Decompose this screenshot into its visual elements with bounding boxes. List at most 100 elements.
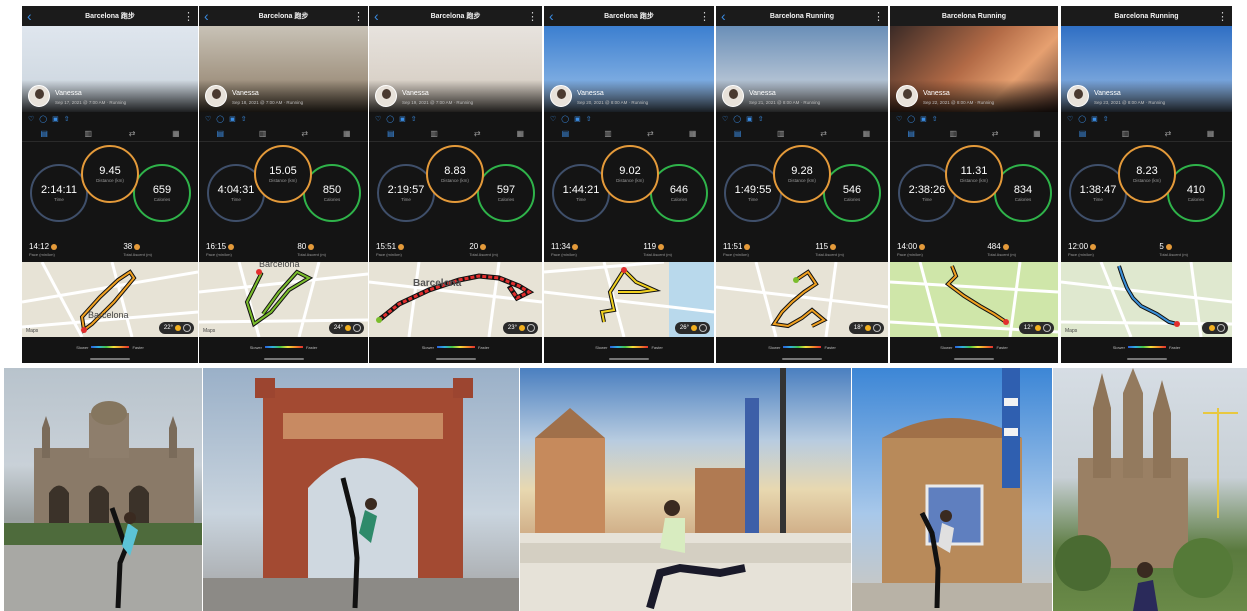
share-icon[interactable]: ⇧ [241, 115, 247, 123]
weather-badge[interactable]: 12° [1018, 322, 1054, 334]
tab-graphs-icon[interactable]: ▦ [863, 129, 871, 138]
route-map[interactable]: Maps [1061, 262, 1232, 337]
tab-graphs-icon[interactable]: ▦ [1207, 129, 1215, 138]
tab-overview-icon[interactable]: ▤ [562, 129, 570, 138]
back-chevron-icon[interactable]: ‹ [549, 6, 559, 26]
tab-laps-icon[interactable]: ⇄ [129, 129, 136, 138]
comment-icon[interactable]: ◯ [39, 115, 47, 123]
back-chevron-icon[interactable]: ‹ [374, 6, 384, 26]
route-map[interactable]: 26° [544, 262, 714, 337]
tab-laps-icon[interactable]: ⇄ [1165, 129, 1172, 138]
route-map[interactable]: Barcelona Maps 22° [22, 262, 198, 337]
activity-photo: Vanessa Sep 18, 2021 @ 7:00 AM · Running [199, 26, 368, 112]
more-vertical-icon[interactable]: ⋮ [183, 10, 194, 23]
distance-value: 9.02 [619, 164, 641, 177]
time-value: 2:38:26 [908, 183, 946, 196]
comment-icon[interactable]: ◯ [1078, 115, 1086, 123]
calories-label: Calories [1014, 196, 1032, 202]
tab-bar: ▤ ▥ ⇄ ▦ [544, 126, 714, 142]
more-vertical-icon[interactable]: ⋮ [353, 10, 364, 23]
tab-stats-icon[interactable]: ▥ [777, 129, 785, 138]
tab-graphs-icon[interactable]: ▦ [343, 129, 351, 138]
back-chevron-icon[interactable]: ‹ [204, 6, 214, 26]
tab-laps-icon[interactable]: ⇄ [820, 129, 827, 138]
tab-graphs-icon[interactable]: ▦ [689, 129, 697, 138]
comment-icon[interactable]: ◯ [216, 115, 224, 123]
weather-badge[interactable] [1202, 322, 1228, 334]
tab-stats-icon[interactable]: ▥ [604, 129, 612, 138]
distance-label: Distance (km) [96, 177, 124, 183]
heart-icon[interactable]: ♡ [896, 115, 902, 123]
avatar[interactable] [205, 85, 227, 107]
comment-icon[interactable]: ◯ [561, 115, 569, 123]
tab-stats-icon[interactable]: ▥ [430, 129, 438, 138]
heart-icon[interactable]: ♡ [550, 115, 556, 123]
tab-overview-icon[interactable]: ▤ [907, 129, 915, 138]
camera-icon[interactable]: ▣ [229, 115, 236, 123]
heart-icon[interactable]: ♡ [375, 115, 381, 123]
heart-icon[interactable]: ♡ [1067, 115, 1073, 123]
tab-laps-icon[interactable]: ⇄ [301, 129, 308, 138]
tab-stats-icon[interactable]: ▥ [259, 129, 267, 138]
weather-badge[interactable]: 24° [328, 322, 364, 334]
back-chevron-icon[interactable]: ‹ [721, 6, 731, 26]
tab-laps-icon[interactable]: ⇄ [474, 129, 481, 138]
share-icon[interactable]: ⇧ [411, 115, 417, 123]
avatar[interactable] [375, 85, 397, 107]
heart-icon[interactable]: ♡ [28, 115, 34, 123]
tab-graphs-icon[interactable]: ▦ [1033, 129, 1041, 138]
route-map[interactable]: 12° [890, 262, 1058, 337]
tab-graphs-icon[interactable]: ▦ [516, 129, 524, 138]
tab-laps-icon[interactable]: ⇄ [992, 129, 999, 138]
social-icons: ♡ ◯ ▣ ⇧ [22, 112, 198, 126]
route-map[interactable]: 18° [716, 262, 888, 337]
comment-icon[interactable]: ◯ [386, 115, 394, 123]
ascent-label: Total Ascent (m) [1159, 252, 1188, 257]
activity-title: Barcelona 跑步 [258, 13, 309, 20]
camera-icon[interactable]: ▣ [746, 115, 753, 123]
tab-stats-icon[interactable]: ▥ [85, 129, 93, 138]
route-map[interactable]: Barcelona 23° [369, 262, 542, 337]
more-vertical-icon[interactable]: ⋮ [699, 10, 710, 23]
stats-row: 11:34 Pace (min/km) 119 Total Ascent (m) [544, 242, 714, 262]
tab-stats-icon[interactable]: ▥ [950, 129, 958, 138]
tab-overview-icon[interactable]: ▤ [387, 129, 395, 138]
share-icon[interactable]: ⇧ [64, 115, 70, 123]
camera-icon[interactable]: ▣ [52, 115, 59, 123]
route-map[interactable]: Barcelona Maps 24° [199, 262, 368, 337]
heart-icon[interactable]: ♡ [205, 115, 211, 123]
tab-laps-icon[interactable]: ⇄ [647, 129, 654, 138]
tab-overview-icon[interactable]: ▤ [40, 129, 48, 138]
avatar[interactable] [1067, 85, 1089, 107]
share-icon[interactable]: ⇧ [758, 115, 764, 123]
more-vertical-icon[interactable]: ⋮ [527, 10, 538, 23]
avatar[interactable] [722, 85, 744, 107]
back-chevron-icon[interactable]: ‹ [27, 6, 37, 26]
tab-overview-icon[interactable]: ▤ [734, 129, 742, 138]
tab-stats-icon[interactable]: ▥ [1122, 129, 1130, 138]
camera-icon[interactable]: ▣ [574, 115, 581, 123]
camera-icon[interactable]: ▣ [399, 115, 406, 123]
tab-overview-icon[interactable]: ▤ [1079, 129, 1087, 138]
more-vertical-icon[interactable]: ⋮ [1217, 10, 1228, 23]
more-vertical-icon[interactable]: ⋮ [873, 10, 884, 23]
weather-badge[interactable]: 22° [158, 322, 194, 334]
share-icon[interactable]: ⇧ [932, 115, 938, 123]
heart-icon[interactable]: ♡ [722, 115, 728, 123]
tab-overview-icon[interactable]: ▤ [216, 129, 224, 138]
avatar[interactable] [28, 85, 50, 107]
comment-icon[interactable]: ◯ [907, 115, 915, 123]
weather-badge[interactable]: 23° [502, 322, 538, 334]
avatar[interactable] [896, 85, 918, 107]
camera-icon[interactable]: ▣ [920, 115, 927, 123]
share-icon[interactable]: ⇧ [586, 115, 592, 123]
comment-icon[interactable]: ◯ [733, 115, 741, 123]
tab-graphs-icon[interactable]: ▦ [172, 129, 180, 138]
avatar[interactable] [550, 85, 572, 107]
share-icon[interactable]: ⇧ [1103, 115, 1109, 123]
weather-badge[interactable]: 18° [848, 322, 884, 334]
temperature-value: 22° [163, 325, 173, 331]
camera-icon[interactable]: ▣ [1091, 115, 1098, 123]
photo-park-guell-house [852, 368, 1052, 611]
weather-badge[interactable]: 26° [674, 322, 710, 334]
